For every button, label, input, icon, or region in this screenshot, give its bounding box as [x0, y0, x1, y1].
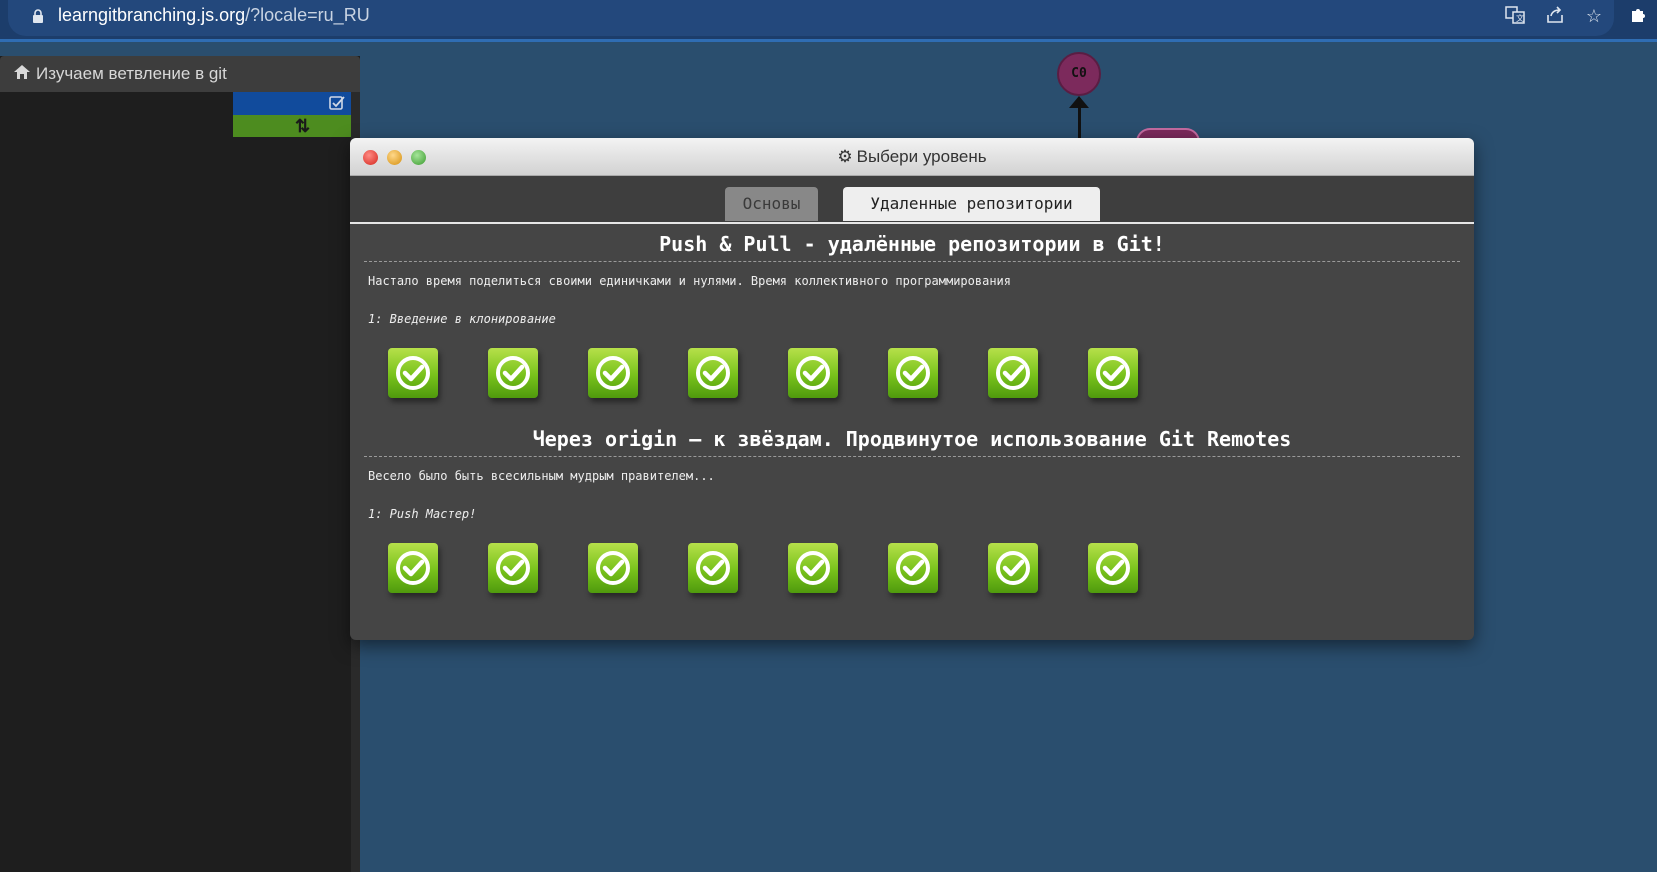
checkmark-icon [896, 356, 930, 390]
svg-text:文: 文 [1516, 13, 1524, 23]
commit-node-c0[interactable]: C0 [1057, 52, 1101, 96]
level-button[interactable] [688, 348, 738, 398]
checkmark-icon [396, 551, 430, 585]
level-button[interactable] [388, 348, 438, 398]
translate-icon[interactable]: 文 [1504, 5, 1526, 27]
checkmark-icon [696, 356, 730, 390]
level-button[interactable] [588, 348, 638, 398]
gear-icon: ⚙ [837, 147, 853, 166]
checkmark-icon [496, 551, 530, 585]
browser-divider [0, 39, 1657, 42]
checkmark-icon [696, 551, 730, 585]
level-button[interactable] [988, 348, 1038, 398]
checkmark-icon [596, 356, 630, 390]
sidebar-header[interactable]: Изучаем ветвление в git [0, 56, 360, 92]
section-level-name: 1: Введение в клонирование [368, 312, 556, 326]
checkmark-icon [396, 356, 430, 390]
checkmark-icon [596, 551, 630, 585]
level-button[interactable] [1088, 543, 1138, 593]
browser-toolbar: learngitbranching.js.org/?locale=ru_RU 文… [0, 0, 1657, 40]
section-divider [364, 456, 1460, 457]
checkmark-icon [796, 356, 830, 390]
level-button[interactable] [588, 543, 638, 593]
swap-icon[interactable]: ⇅ [295, 116, 310, 137]
checkmark-icon [896, 551, 930, 585]
level-button[interactable] [1088, 348, 1138, 398]
section-divider [364, 261, 1460, 262]
tab-bar: Основы Удаленные репозитории [350, 176, 1474, 224]
commit-arrowhead [1069, 96, 1089, 108]
url-path: /?locale=ru_RU [245, 5, 370, 25]
section-title: Push & Pull - удалённые репозитории в Gi… [659, 232, 1165, 256]
modal-title: ⚙ Выбери уровень [350, 138, 1474, 176]
section-level-name: 1: Push Мастер! [368, 507, 477, 521]
level-button[interactable] [488, 348, 538, 398]
level-button[interactable] [988, 543, 1038, 593]
level-button[interactable] [788, 543, 838, 593]
level-button[interactable] [488, 543, 538, 593]
sidebar: Изучаем ветвление в git ⇅ [0, 56, 360, 872]
checkmark-icon [1096, 356, 1130, 390]
tab-basics[interactable]: Основы [725, 187, 818, 221]
sidebar-title: Изучаем ветвление в git [36, 64, 227, 83]
checkmark-icon [996, 551, 1030, 585]
extensions-icon[interactable] [1628, 5, 1650, 27]
checkmark-icon [796, 551, 830, 585]
level-button[interactable] [888, 348, 938, 398]
address-bar[interactable]: learngitbranching.js.org/?locale=ru_RU 文… [8, 0, 1614, 36]
level-button[interactable] [688, 543, 738, 593]
section-description: Настало время поделиться своими единичка… [368, 274, 1011, 288]
level-select-modal: ⚙ Выбери уровень Основы Удаленные репозит… [350, 138, 1474, 640]
lock-icon[interactable] [32, 9, 44, 23]
url-text[interactable]: learngitbranching.js.org/?locale=ru_RU [58, 5, 370, 26]
checkmark-icon [496, 356, 530, 390]
tab-remote-repositories[interactable]: Удаленные репозитории [843, 187, 1100, 221]
modal-titlebar: ⚙ Выбери уровень [350, 138, 1474, 176]
home-icon [14, 56, 32, 92]
level-button[interactable] [788, 348, 838, 398]
checkmark-icon [1096, 551, 1130, 585]
section-description: Весело было быть всесильным мудрым прави… [368, 469, 715, 483]
modal-title-text: Выбери уровень [856, 147, 987, 166]
level-button[interactable] [888, 543, 938, 593]
checkbox-icon[interactable] [329, 95, 345, 111]
section-title: Через origin – к звёздам. Продвинутое ис… [532, 427, 1292, 451]
url-host: learngitbranching.js.org [58, 5, 246, 25]
objective-bar[interactable] [233, 92, 353, 115]
checkmark-icon [996, 356, 1030, 390]
swap-bar[interactable]: ⇅ [233, 115, 353, 137]
star-icon[interactable]: ☆ [1583, 5, 1605, 27]
level-button[interactable] [388, 543, 438, 593]
share-icon[interactable] [1544, 5, 1566, 27]
